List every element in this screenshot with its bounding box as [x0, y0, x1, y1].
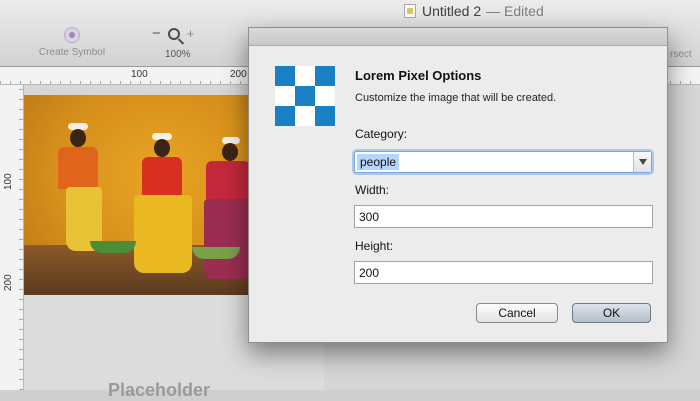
document-status: — Edited: [486, 3, 544, 19]
create-symbol-label: Create Symbol: [38, 47, 106, 58]
photo-fruit-basket: [192, 247, 240, 259]
width-field[interactable]: [354, 205, 653, 228]
zoom-level: 100%: [165, 49, 191, 60]
photo-top: [206, 161, 250, 201]
logo-cell: [315, 66, 335, 86]
logo-cell: [315, 106, 335, 126]
dialog-title: Lorem Pixel Options: [355, 68, 482, 83]
photo-fruit-basket: [90, 241, 136, 253]
lorem-pixel-logo-icon: [275, 66, 335, 126]
photo-skirt: [134, 195, 192, 273]
photo-head: [70, 129, 86, 147]
width-label: Width:: [355, 183, 390, 197]
ok-button[interactable]: OK: [572, 303, 651, 323]
photo-skirt: [204, 199, 250, 279]
lorem-pixel-options-dialog: Lorem Pixel Options Customize the image …: [248, 27, 668, 343]
zoom-in-button[interactable]: +: [187, 26, 195, 41]
dialog-header-strip: [249, 28, 667, 46]
ruler-label-100: 100: [3, 173, 14, 190]
logo-cell: [275, 106, 295, 126]
photo-top: [142, 157, 182, 197]
height-label: Height:: [355, 239, 394, 253]
document-name: Untitled 2: [422, 3, 482, 19]
ruler-label-100: 100: [131, 69, 148, 80]
zoom-control: − +: [152, 25, 194, 42]
category-label: Category:: [355, 127, 408, 141]
logo-cell: [275, 66, 295, 86]
intersect-tool-label[interactable]: rsect: [670, 49, 692, 60]
photo-head: [154, 139, 170, 157]
logo-cell: [295, 66, 315, 86]
create-symbol-button[interactable]: Create Symbol: [36, 27, 108, 58]
logo-cell: [295, 106, 315, 126]
vertical-ruler: 100 200: [0, 85, 24, 390]
zoom-out-button[interactable]: −: [152, 25, 161, 42]
category-selected-value: people: [357, 154, 400, 170]
document-icon: [404, 4, 416, 18]
chevron-down-icon[interactable]: [633, 152, 651, 172]
magnifier-icon[interactable]: [167, 27, 180, 40]
photo-top: [58, 147, 98, 189]
ruler-label-200: 200: [230, 69, 247, 80]
logo-cell: [315, 86, 335, 106]
create-symbol-icon: [64, 27, 80, 43]
photo-head: [222, 143, 238, 161]
logo-cell: [275, 86, 295, 106]
category-select[interactable]: people: [354, 151, 652, 173]
dialog-subtitle: Customize the image that will be created…: [355, 92, 557, 104]
window-title: Untitled 2 — Edited: [404, 2, 544, 20]
height-field[interactable]: [354, 261, 653, 284]
placeholder-photo[interactable]: [24, 95, 250, 295]
cancel-button[interactable]: Cancel: [476, 303, 558, 323]
logo-cell: [295, 86, 315, 106]
placeholder-text: Placeholder: [108, 380, 211, 400]
ruler-label-200: 200: [3, 274, 14, 291]
